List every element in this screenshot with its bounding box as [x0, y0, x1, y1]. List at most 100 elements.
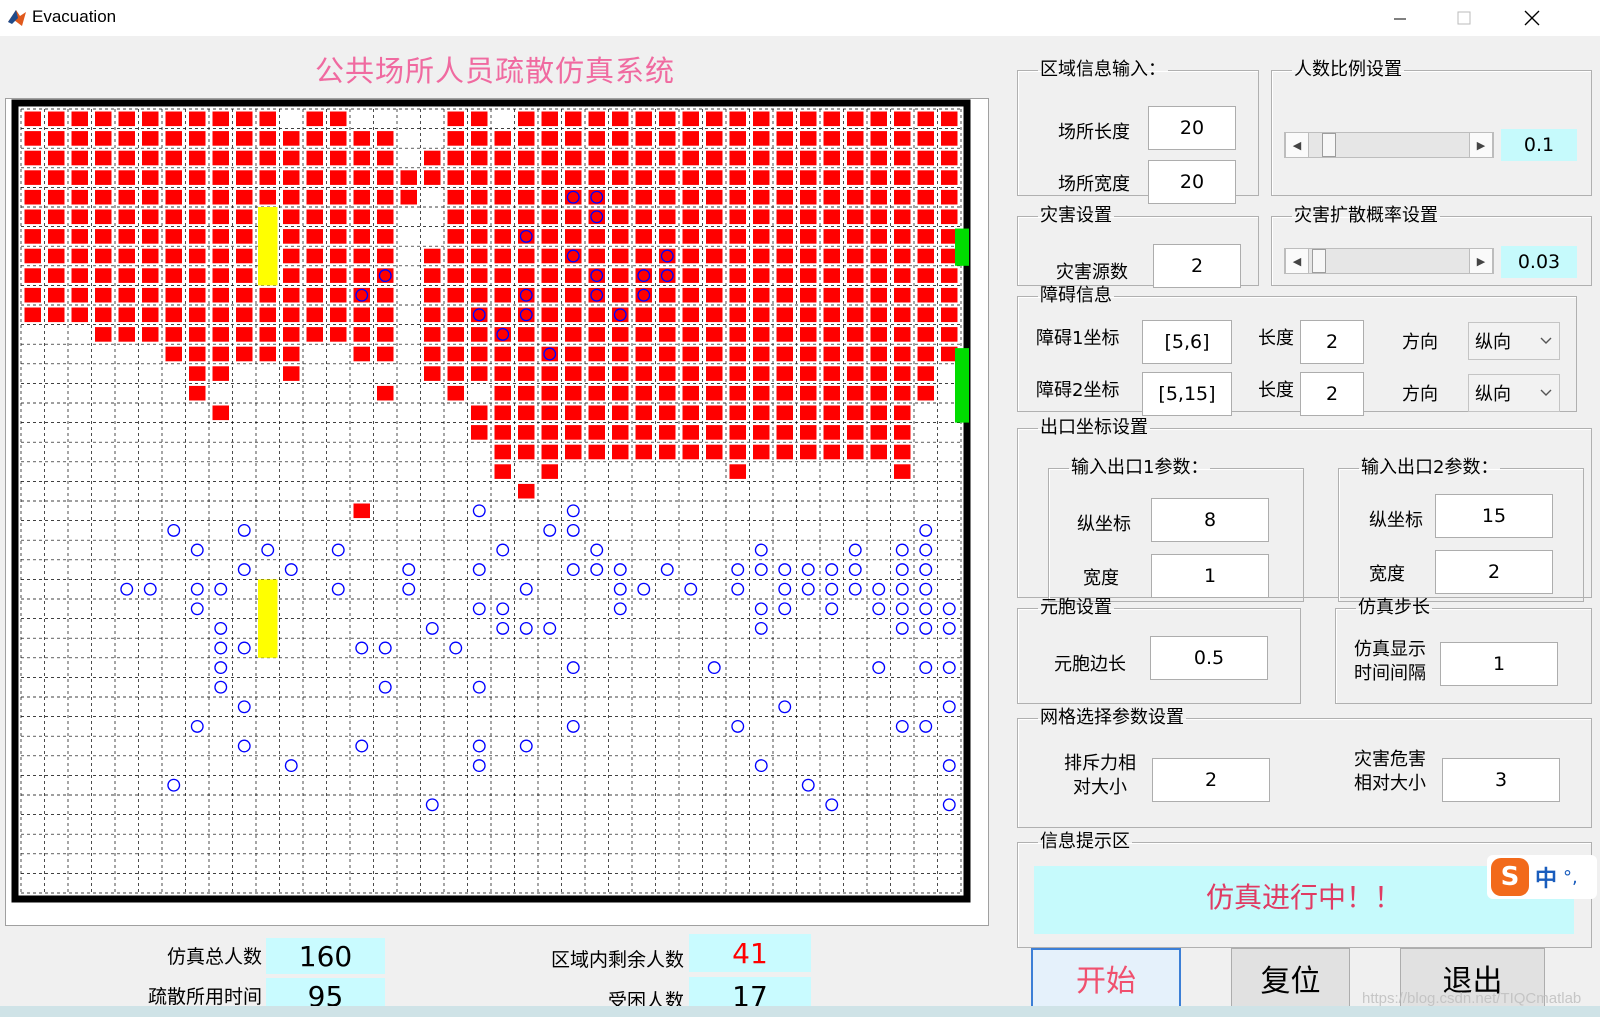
- remaining-people-value: 41: [689, 934, 811, 972]
- slider-right-arrow-icon[interactable]: ▶: [1469, 249, 1493, 273]
- occupied-cell: [612, 346, 629, 362]
- cell-settings-group: 元胞设置 元胞边长 0.5: [1017, 598, 1301, 704]
- occupied-cell: [706, 287, 723, 303]
- slider-left-arrow-icon[interactable]: ◀: [1285, 249, 1309, 273]
- maximize-button[interactable]: [1442, 4, 1486, 32]
- person-marker: [167, 523, 181, 537]
- exit2-width-input[interactable]: 2: [1435, 550, 1553, 594]
- slider-right-arrow-icon[interactable]: ▶: [1469, 133, 1493, 157]
- person-marker: [237, 523, 251, 537]
- occupied-cell: [306, 150, 323, 166]
- occupied-cell: [142, 131, 159, 146]
- occupied-cell: [259, 111, 276, 127]
- occupied-cell: [823, 444, 840, 460]
- area-width-input[interactable]: 20: [1148, 160, 1236, 204]
- occupied-cell: [565, 425, 582, 440]
- exit1-y-input[interactable]: 8: [1151, 498, 1269, 542]
- ime-indicator[interactable]: S 中 °,: [1487, 855, 1597, 899]
- person-marker: [895, 563, 909, 577]
- occupied-cell: [682, 150, 699, 166]
- occupied-cell: [753, 425, 770, 440]
- person-marker: [778, 563, 792, 577]
- occupied-cell: [48, 268, 65, 283]
- occupied-cell: [189, 209, 206, 225]
- obstacle1-coord-input[interactable]: [5,6]: [1142, 320, 1232, 364]
- person-marker: [472, 680, 486, 694]
- obstacle2-coord-input[interactable]: [5,15]: [1142, 372, 1232, 416]
- close-button[interactable]: [1510, 4, 1554, 32]
- occupied-cell: [212, 346, 229, 362]
- occupied-cell: [823, 287, 840, 303]
- occupied-cell: [917, 307, 934, 323]
- hazard-input[interactable]: 3: [1442, 758, 1560, 802]
- occupied-cell: [941, 189, 958, 205]
- occupied-cell: [259, 150, 276, 166]
- occupied-cell: [189, 385, 206, 401]
- occupied-cell: [189, 189, 206, 205]
- occupied-cell: [494, 268, 511, 283]
- occupied-cell: [588, 150, 605, 166]
- occupied-cell: [917, 385, 934, 401]
- occupied-cell: [212, 327, 229, 342]
- occupied-cell: [494, 170, 511, 185]
- occupied-cell: [259, 189, 276, 205]
- occupied-cell: [236, 209, 253, 225]
- disaster-sources-input[interactable]: 2: [1153, 244, 1241, 288]
- person-marker: [731, 719, 745, 733]
- hazard-label-line2: 相对大小: [1354, 773, 1426, 794]
- obstacle2-length-input[interactable]: 2: [1300, 372, 1364, 416]
- exit1-width-input[interactable]: 1: [1151, 554, 1269, 598]
- minimize-button[interactable]: [1378, 4, 1422, 32]
- exit2-y-input[interactable]: 15: [1435, 494, 1553, 538]
- area-length-input[interactable]: 20: [1148, 106, 1236, 150]
- occupied-cell: [95, 229, 112, 244]
- occupied-cell: [635, 209, 652, 225]
- person-marker: [848, 563, 862, 577]
- occupied-cell: [753, 307, 770, 323]
- occupied-cell: [917, 170, 934, 185]
- occupied-cell: [118, 327, 135, 342]
- occupied-cell: [118, 268, 135, 283]
- sim-interval-label-line2: 时间间隔: [1354, 663, 1426, 684]
- occupied-cell: [306, 307, 323, 323]
- repulse-input[interactable]: 2: [1152, 758, 1270, 802]
- people-ratio-slider-thumb[interactable]: [1322, 133, 1337, 157]
- occupied-cell: [306, 229, 323, 244]
- occupied-cell: [24, 170, 41, 185]
- people-ratio-slider[interactable]: ◀ ▶: [1284, 132, 1494, 158]
- obstacle1-direction-select[interactable]: 纵向: [1468, 322, 1560, 360]
- person-marker: [167, 778, 181, 792]
- occupied-cell: [518, 425, 535, 440]
- obstacle1-length-input[interactable]: 2: [1300, 320, 1364, 364]
- occupied-cell: [494, 385, 511, 401]
- occupied-cell: [753, 150, 770, 166]
- spread-probability-slider[interactable]: ◀ ▶: [1284, 248, 1494, 274]
- sim-interval-input[interactable]: 1: [1440, 642, 1558, 686]
- occupied-cell: [565, 170, 582, 185]
- occupied-cell: [612, 268, 629, 283]
- person-marker: [566, 661, 580, 675]
- occupied-cell: [729, 405, 746, 421]
- occupied-cell: [494, 209, 511, 225]
- start-button[interactable]: 开始: [1031, 948, 1181, 1008]
- occupied-cell: [494, 150, 511, 166]
- reset-button[interactable]: 复位: [1231, 948, 1350, 1008]
- slider-left-arrow-icon[interactable]: ◀: [1285, 133, 1309, 157]
- occupied-cell: [24, 307, 41, 323]
- exit1-width-label: 宽度: [1083, 568, 1119, 589]
- obstacle2-direction-select[interactable]: 纵向: [1468, 374, 1560, 412]
- exit-marker: [955, 348, 969, 423]
- occupied-cell: [212, 405, 229, 421]
- spread-probability-slider-thumb[interactable]: [1311, 249, 1326, 273]
- cell-size-input[interactable]: 0.5: [1150, 636, 1268, 680]
- occupied-cell: [494, 366, 511, 381]
- occupied-cell: [212, 248, 229, 264]
- occupied-cell: [541, 385, 558, 401]
- occupied-cell: [118, 189, 135, 205]
- occupied-cell: [894, 287, 911, 303]
- occupied-cell: [212, 209, 229, 225]
- occupied-cell: [753, 366, 770, 381]
- occupied-cell: [682, 346, 699, 362]
- occupied-cell: [165, 111, 182, 127]
- occupied-cell: [870, 268, 887, 283]
